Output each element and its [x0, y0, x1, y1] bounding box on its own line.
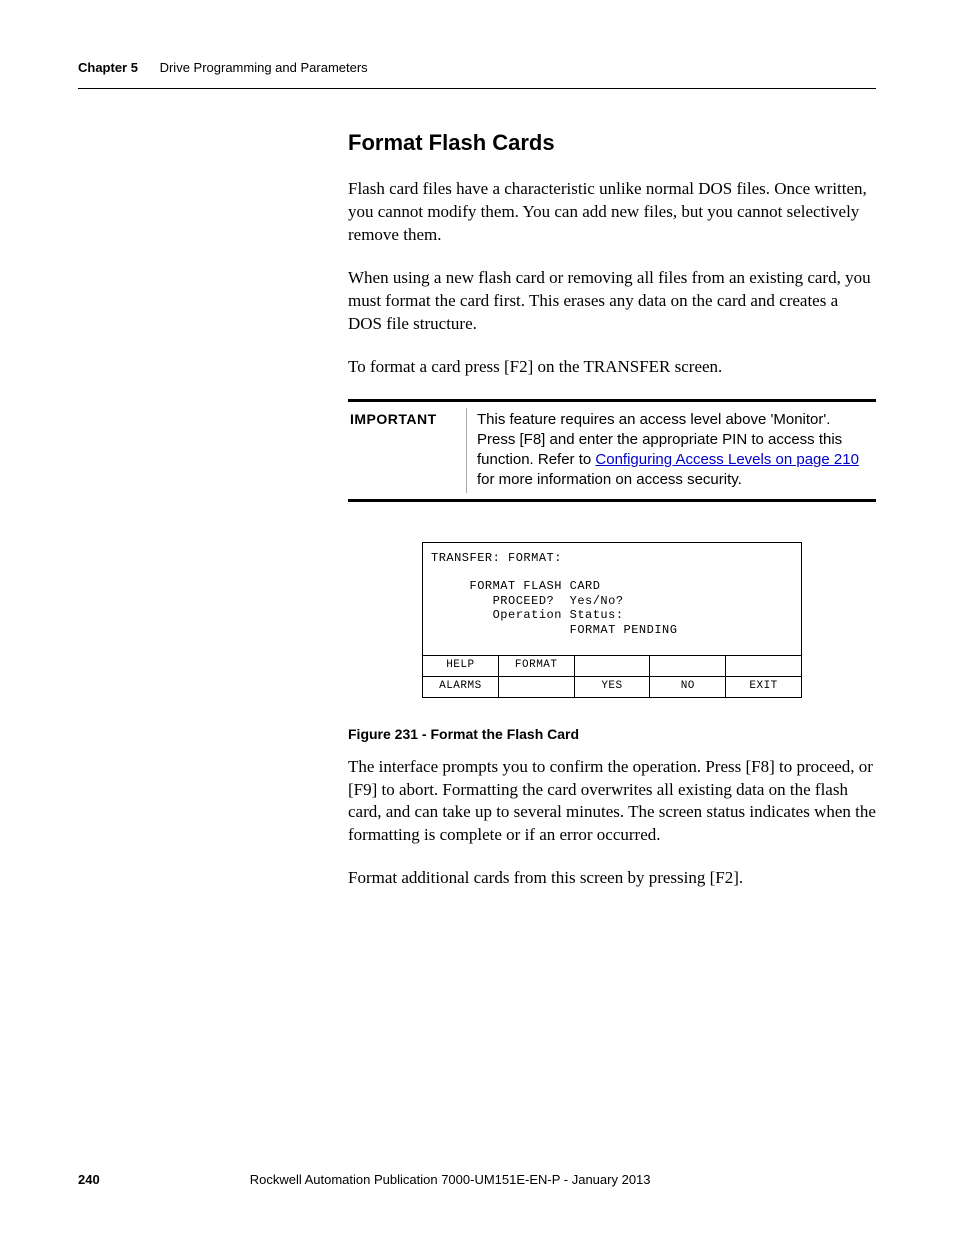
- main-content: Format Flash Cards Flash card files have…: [348, 130, 876, 910]
- terminal-line: FORMAT PENDING: [431, 623, 677, 637]
- fn-key-empty: [575, 656, 651, 676]
- terminal-figure: TRANSFER: FORMAT: FORMAT FLASH CARD PROC…: [422, 542, 802, 698]
- paragraph: Flash card files have a characteristic u…: [348, 178, 876, 247]
- chapter-label: Chapter 5: [78, 60, 138, 75]
- terminal-line: PROCEED? Yes/No?: [431, 594, 624, 608]
- paragraph: To format a card press [F2] on the TRANS…: [348, 356, 876, 379]
- important-link[interactable]: Configuring Access Levels on page 210: [595, 451, 859, 468]
- figure-caption: Figure 231 - Format the Flash Card: [348, 726, 876, 742]
- fn-key-empty: [650, 656, 726, 676]
- terminal-line: TRANSFER: FORMAT:: [431, 551, 562, 565]
- fn-key-no: NO: [650, 677, 726, 697]
- paragraph: Format additional cards from this screen…: [348, 867, 876, 890]
- fn-key-format: FORMAT: [499, 656, 575, 676]
- terminal-fn-row-2: ALARMS YES NO EXIT: [423, 676, 801, 697]
- page-number: 240: [78, 1172, 100, 1187]
- publication-info: Rockwell Automation Publication 7000-UM1…: [250, 1172, 876, 1187]
- fn-key-empty: [499, 677, 575, 697]
- chapter-title: Drive Programming and Parameters: [160, 60, 368, 75]
- page-header: Chapter 5 Drive Programming and Paramete…: [78, 60, 876, 75]
- important-text-post: for more information on access security.: [477, 471, 742, 488]
- terminal-text-area: TRANSFER: FORMAT: FORMAT FLASH CARD PROC…: [423, 543, 801, 655]
- fn-key-empty: [726, 656, 801, 676]
- page-footer: 240 Rockwell Automation Publication 7000…: [78, 1172, 876, 1187]
- important-label: IMPORTANT: [348, 408, 467, 493]
- terminal-line: FORMAT FLASH CARD: [431, 579, 600, 593]
- section-heading: Format Flash Cards: [348, 130, 876, 156]
- terminal-screen: TRANSFER: FORMAT: FORMAT FLASH CARD PROC…: [422, 542, 802, 698]
- terminal-fn-row-1: HELP FORMAT: [423, 656, 801, 676]
- important-text: This feature requires an access level ab…: [467, 408, 876, 493]
- terminal-line: Operation Status:: [431, 608, 624, 622]
- fn-key-exit: EXIT: [726, 677, 801, 697]
- fn-key-yes: YES: [575, 677, 651, 697]
- paragraph: When using a new flash card or removing …: [348, 267, 876, 336]
- fn-key-help: HELP: [423, 656, 499, 676]
- terminal-function-keys: HELP FORMAT ALARMS YES NO EXIT: [423, 655, 801, 697]
- important-callout: IMPORTANT This feature requires an acces…: [348, 399, 876, 502]
- fn-key-alarms: ALARMS: [423, 677, 499, 697]
- paragraph: The interface prompts you to confirm the…: [348, 756, 876, 848]
- header-rule: [78, 88, 876, 89]
